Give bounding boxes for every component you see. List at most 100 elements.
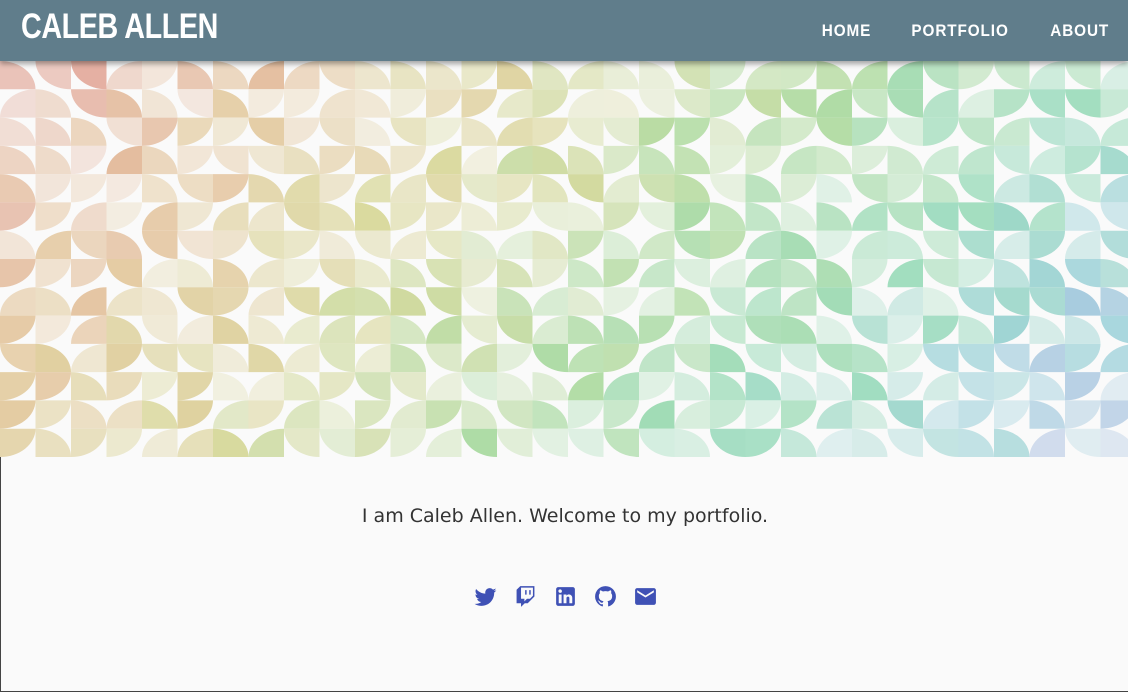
mosaic-tile — [958, 117, 994, 146]
mosaic-tile — [852, 428, 888, 457]
mosaic-tile — [923, 287, 959, 316]
mosaic-tile — [426, 315, 462, 344]
mosaic-tile — [816, 400, 852, 429]
mosaic-tile — [355, 89, 391, 118]
mosaic-tile — [355, 230, 391, 259]
nav-link-portfolio[interactable]: PORTFOLIO — [897, 0, 1023, 61]
mosaic-tile — [745, 259, 781, 288]
mosaic-tile — [1029, 400, 1065, 429]
mosaic-tile — [994, 202, 1030, 231]
mosaic-tile — [639, 202, 675, 231]
mosaic-tile — [1100, 174, 1128, 203]
navbar: CALEB ALLEN HOME PORTFOLIO ABOUT — [0, 0, 1128, 61]
mosaic-tile — [958, 259, 994, 288]
nav-link-home[interactable]: HOME — [808, 0, 886, 61]
mosaic-tile — [1029, 202, 1065, 231]
mosaic-tile — [284, 287, 320, 316]
mosaic-tile — [994, 428, 1030, 457]
mosaic-tile — [887, 315, 923, 344]
mosaic-tile — [1029, 117, 1065, 146]
twitch-link[interactable] — [513, 584, 538, 609]
mosaic-tile — [35, 343, 71, 373]
linkedin-icon — [555, 587, 575, 606]
mosaic-tile — [710, 372, 746, 401]
mosaic-tile — [1100, 287, 1128, 316]
mosaic-tile — [781, 174, 817, 203]
mosaic-tile — [674, 343, 710, 373]
mosaic-tile — [390, 287, 426, 316]
mosaic-tile — [390, 89, 426, 118]
mosaic-tile — [35, 89, 71, 118]
mosaic-tile — [568, 259, 604, 288]
mosaic-tile — [390, 259, 426, 288]
mosaic-tile — [0, 89, 36, 118]
mosaic-tile — [674, 400, 710, 429]
mosaic-tile — [1065, 145, 1101, 175]
mosaic-tile — [0, 287, 36, 316]
mosaic-tile — [213, 230, 249, 259]
mosaic-tile — [1065, 89, 1101, 118]
mosaic-tile — [461, 400, 497, 429]
mosaic-tile — [177, 89, 213, 118]
mosaic-tile — [319, 117, 355, 146]
mosaic-tile — [994, 89, 1030, 118]
mosaic-tile — [781, 202, 817, 231]
mosaic-tile — [532, 400, 568, 429]
mosaic-tile — [0, 259, 36, 288]
mosaic-tile — [958, 230, 994, 259]
mosaic-tile — [816, 174, 852, 203]
mosaic-tile — [106, 259, 142, 288]
mosaic-tile — [177, 61, 213, 90]
mosaic-tile — [568, 117, 604, 146]
mosaic-tile — [106, 202, 142, 231]
mosaic-tile — [1100, 202, 1128, 230]
mosaic-tile — [71, 259, 107, 288]
email-link[interactable] — [633, 584, 658, 609]
mosaic-tile — [319, 287, 355, 316]
mosaic-tile — [35, 259, 71, 288]
mosaic-tile — [390, 145, 426, 175]
mosaic-tile — [958, 174, 994, 203]
mosaic-tile — [674, 259, 710, 288]
mosaic-tile — [142, 428, 178, 457]
mosaic-tile — [248, 117, 284, 146]
mosaic-tile — [887, 61, 923, 90]
mosaic-tile — [745, 315, 781, 344]
mosaic-tile — [852, 145, 888, 175]
twitter-link[interactable] — [473, 584, 498, 609]
twitch-icon — [516, 586, 534, 607]
mosaic-tile — [497, 230, 533, 259]
mosaic-tile — [532, 61, 568, 90]
mosaic-tile — [71, 372, 107, 401]
mosaic-tile — [142, 372, 178, 401]
brand-link[interactable]: CALEB ALLEN — [21, 5, 218, 49]
mosaic-tile — [923, 230, 959, 259]
mosaic-tile — [1029, 343, 1065, 373]
mosaic-tile — [213, 372, 249, 401]
nav-link-about[interactable]: ABOUT — [1035, 0, 1123, 61]
mosaic-tile — [71, 145, 107, 175]
mosaic-tile — [923, 202, 959, 231]
mosaic-tile — [355, 145, 391, 175]
mosaic-tile — [35, 145, 71, 175]
mosaic-tile — [852, 400, 888, 429]
mosaic-tile — [0, 315, 36, 344]
github-icon — [594, 586, 616, 607]
mosaic-tile — [781, 287, 817, 316]
mosaic-tile — [1100, 259, 1128, 288]
mosaic-tile — [355, 372, 391, 401]
mosaic-tile — [461, 174, 497, 203]
mosaic-tile — [1100, 344, 1128, 373]
mosaic-tile — [426, 117, 462, 146]
github-link[interactable] — [593, 584, 618, 609]
twitter-icon — [474, 588, 496, 606]
mosaic-tile — [958, 287, 994, 316]
mosaic-tile — [319, 202, 355, 231]
mosaic-tile — [284, 230, 320, 259]
mosaic-tile — [426, 230, 462, 259]
mosaic-tile — [248, 61, 284, 90]
mosaic-tile — [319, 259, 355, 288]
linkedin-link[interactable] — [553, 584, 578, 609]
mosaic-tile — [461, 145, 497, 175]
mosaic-tile — [142, 315, 178, 344]
